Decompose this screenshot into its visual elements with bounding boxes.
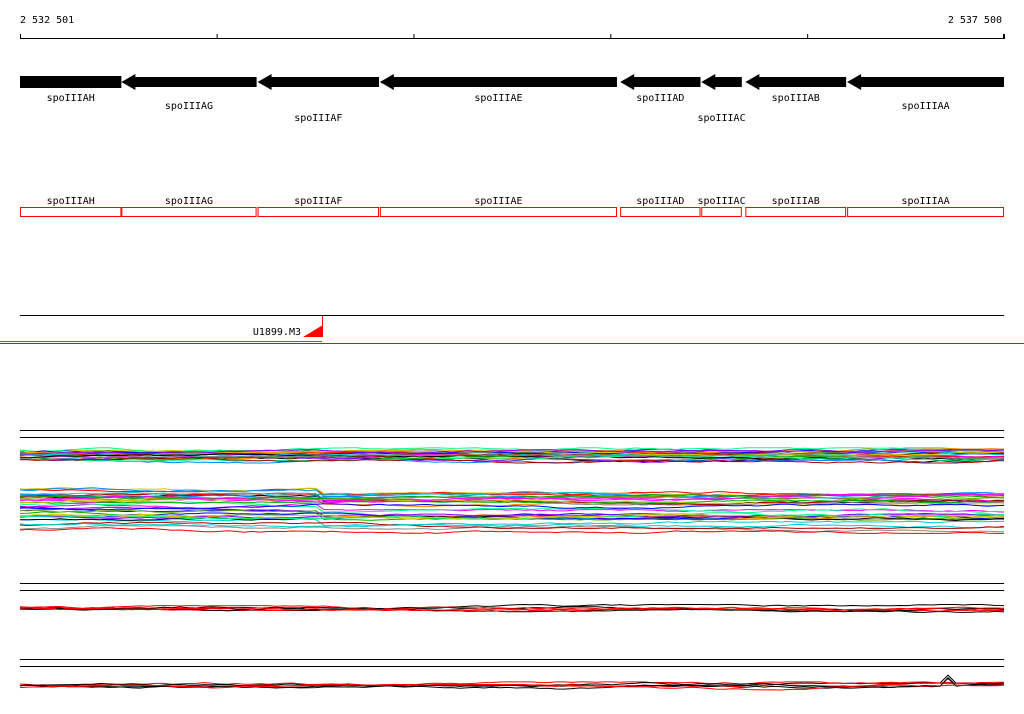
gene-box-label: spoIIIAE [474,196,522,207]
expression-track-c [19,583,1005,613]
gene-arrow-label: spoIIIAC [697,113,745,124]
gene-arrow-label: spoIIIAF [294,113,342,124]
gene-arrow-label: spoIIIAA [901,101,949,112]
expression-track-d [19,659,1005,691]
gene-arrow-label: spoIIIAB [772,93,820,104]
gene-box-spoIIIAB[interactable] [745,207,847,217]
gene-box-spoIIIAC[interactable] [701,207,742,217]
gene-box-label: spoIIIAG [165,196,213,207]
gene-box-label: spoIIIAH [47,196,95,207]
terminator-label: U1899.M3 [253,327,301,338]
gene-arrow-spoIIIAE[interactable] [379,74,618,90]
terminator-track: U1899.M3 [0,315,1024,344]
gene-arrow-label: spoIIIAH [47,93,95,104]
gene-arrow-spoIIIAB[interactable] [745,74,847,90]
coordinate-ruler: 2 532 501 2 537 500 [20,15,1005,39]
gene-box-label: spoIIIAA [901,196,949,207]
gene-arrow-label: spoIIIAD [636,93,684,104]
gene-arrow-spoIIIAD[interactable] [620,74,701,90]
gene-box-spoIIIAA[interactable] [847,207,1004,217]
genome-browser: 2 532 501 2 537 500 spoIIIAHspoIIIAGspoI… [0,15,1024,691]
gene-arrow-track: spoIIIAH spoIIIAG spoIIIAF spoIIIAE spoIIIAD… [20,74,1004,124]
ruler-end-label: 2 537 500 [948,15,1002,26]
gene-box-label: spoIIIAB [772,196,820,207]
gene-arrow-spoIIIAC[interactable] [701,74,742,90]
gene-box-spoIIIAD[interactable] [620,207,701,217]
gene-box-label: spoIIIAC [697,196,745,207]
gene-box-label: spoIIIAF [294,196,342,207]
gene-box-track: spoIIIAH spoIIIAG spoIIIAF spoIIIAE spoIIIAD… [20,196,1004,217]
gene-box-spoIIIAH[interactable] [20,207,122,217]
ruler-start-label: 2 532 501 [20,15,74,26]
gene-box-spoIIIAE[interactable] [379,207,618,217]
gene-arrow-spoIIIAA[interactable] [847,74,1004,90]
gene-arrow-spoIIIAH[interactable] [20,76,122,88]
gene-box-spoIIIAF[interactable] [257,207,380,217]
expression-profile [19,525,1005,533]
gene-box-spoIIIAG[interactable] [121,207,257,217]
gene-box-label: spoIIIAD [636,196,684,207]
expression-track-b [19,487,1005,534]
gene-arrow-spoIIIAG[interactable] [121,74,257,90]
gene-arrow-label: spoIIIAE [474,93,522,104]
expression-track-a [19,430,1005,464]
gene-arrow-label: spoIIIAG [165,101,213,112]
gene-arrow-spoIIIAF[interactable] [257,74,380,90]
terminator-marker[interactable] [303,325,323,337]
